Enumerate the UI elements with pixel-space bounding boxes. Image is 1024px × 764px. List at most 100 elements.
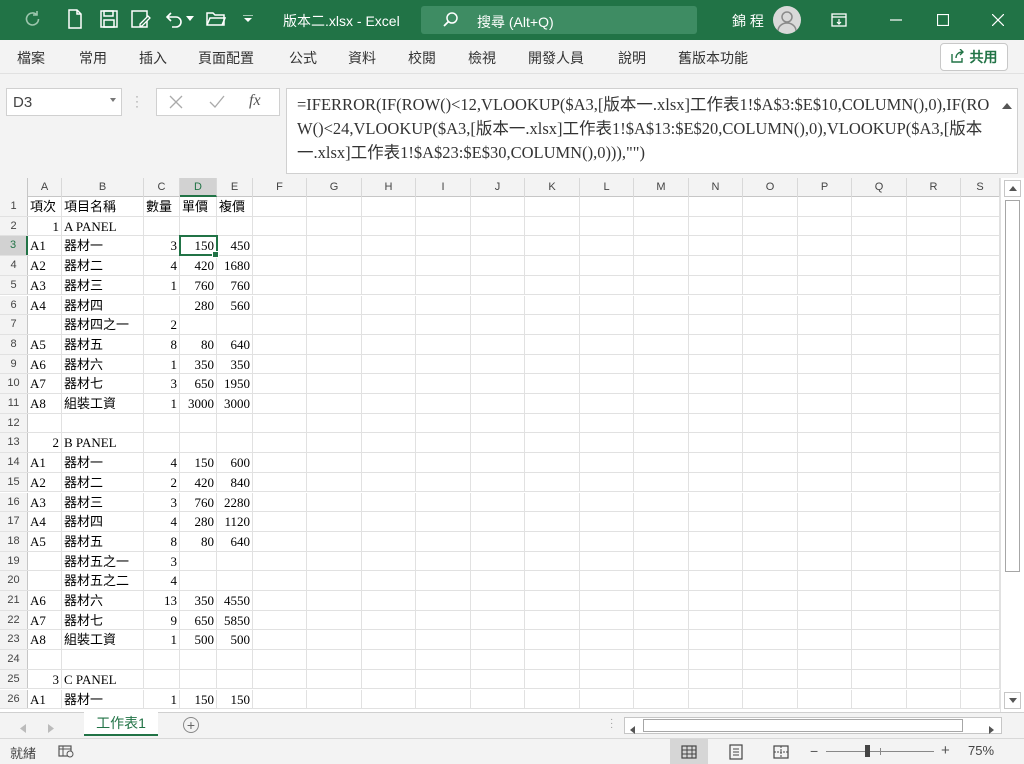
empty-cell[interactable]: [471, 512, 525, 531]
cell-d[interactable]: 760: [180, 275, 217, 295]
collapse-formula-icon[interactable]: [1002, 96, 1012, 114]
empty-cell[interactable]: [416, 512, 471, 531]
empty-cell[interactable]: [743, 591, 798, 610]
row-header[interactable]: 3: [0, 236, 28, 256]
row-header[interactable]: 14: [0, 453, 28, 472]
cell-c[interactable]: [144, 650, 180, 669]
tab-home[interactable]: 常用: [79, 48, 107, 68]
empty-cell[interactable]: [634, 669, 689, 689]
cell-c[interactable]: 4: [144, 256, 180, 275]
empty-cell[interactable]: [307, 689, 362, 709]
empty-cell[interactable]: [798, 256, 852, 275]
empty-cell[interactable]: [852, 197, 907, 216]
empty-cell[interactable]: [253, 433, 307, 453]
column-header-f[interactable]: F: [253, 178, 307, 197]
empty-cell[interactable]: [907, 256, 961, 275]
empty-cell[interactable]: [253, 591, 307, 610]
empty-cell[interactable]: [961, 571, 1000, 590]
empty-cell[interactable]: [307, 492, 362, 512]
empty-cell[interactable]: [416, 197, 471, 216]
cell-b[interactable]: 器材五之一: [62, 551, 144, 571]
empty-cell[interactable]: [471, 591, 525, 610]
empty-cell[interactable]: [852, 236, 907, 256]
scroll-up-icon[interactable]: [1004, 180, 1021, 197]
row-header[interactable]: 15: [0, 472, 28, 492]
empty-cell[interactable]: [798, 374, 852, 393]
empty-cell[interactable]: [961, 689, 1000, 709]
empty-cell[interactable]: [852, 551, 907, 571]
empty-cell[interactable]: [471, 394, 525, 413]
cell-b[interactable]: 器材一: [62, 453, 144, 472]
select-all-corner[interactable]: [0, 178, 28, 197]
empty-cell[interactable]: [743, 531, 798, 551]
empty-cell[interactable]: [362, 571, 416, 590]
empty-cell[interactable]: [307, 512, 362, 531]
cell-e[interactable]: 640: [217, 531, 253, 551]
cell-a[interactable]: [28, 571, 62, 590]
cell-b[interactable]: 器材四之一: [62, 315, 144, 334]
empty-cell[interactable]: [634, 551, 689, 571]
empty-cell[interactable]: [961, 315, 1000, 334]
empty-cell[interactable]: [307, 354, 362, 374]
cell-e[interactable]: 複價: [217, 197, 253, 216]
empty-cell[interactable]: [580, 236, 634, 256]
empty-cell[interactable]: [634, 492, 689, 512]
row-header[interactable]: 18: [0, 531, 28, 551]
empty-cell[interactable]: [907, 394, 961, 413]
save-icon[interactable]: [98, 8, 120, 30]
cell-a[interactable]: A1: [28, 453, 62, 472]
empty-cell[interactable]: [362, 315, 416, 334]
empty-cell[interactable]: [471, 315, 525, 334]
empty-cell[interactable]: [580, 531, 634, 551]
empty-cell[interactable]: [798, 334, 852, 354]
empty-cell[interactable]: [961, 591, 1000, 610]
worksheet-grid[interactable]: A B C D E F G H I J K L M N O P Q R S 1項…: [0, 178, 1000, 712]
empty-cell[interactable]: [634, 512, 689, 531]
cell-a[interactable]: A5: [28, 531, 62, 551]
empty-cell[interactable]: [362, 256, 416, 275]
empty-cell[interactable]: [416, 354, 471, 374]
empty-cell[interactable]: [634, 236, 689, 256]
cell-d[interactable]: 350: [180, 354, 217, 374]
cell-a[interactable]: A3: [28, 492, 62, 512]
cell-b[interactable]: B PANEL: [62, 433, 144, 453]
sheet-tab-1[interactable]: 工作表1: [84, 712, 158, 736]
empty-cell[interactable]: [743, 433, 798, 453]
empty-cell[interactable]: [798, 472, 852, 492]
cell-e[interactable]: 3000: [217, 394, 253, 413]
cell-c[interactable]: 4: [144, 512, 180, 531]
cell-e[interactable]: 600: [217, 453, 253, 472]
empty-cell[interactable]: [634, 394, 689, 413]
next-sheet-icon[interactable]: [48, 720, 54, 738]
cell-d[interactable]: 150: [179, 235, 219, 258]
row-header[interactable]: 7: [0, 315, 28, 334]
empty-cell[interactable]: [689, 197, 743, 216]
scroll-left-icon[interactable]: [630, 721, 635, 739]
empty-cell[interactable]: [907, 630, 961, 650]
empty-cell[interactable]: [961, 394, 1000, 413]
empty-cell[interactable]: [525, 531, 580, 551]
cell-d[interactable]: 3000: [180, 394, 217, 413]
add-sheet-button[interactable]: +: [183, 717, 199, 733]
cell-d[interactable]: [180, 413, 217, 433]
chevron-down-icon[interactable]: [110, 98, 116, 102]
empty-cell[interactable]: [416, 669, 471, 689]
empty-cell[interactable]: [798, 433, 852, 453]
empty-cell[interactable]: [307, 453, 362, 472]
empty-cell[interactable]: [525, 275, 580, 295]
empty-cell[interactable]: [907, 374, 961, 393]
empty-cell[interactable]: [416, 275, 471, 295]
cell-e[interactable]: [217, 413, 253, 433]
minimize-icon[interactable]: [873, 0, 919, 40]
empty-cell[interactable]: [525, 571, 580, 590]
empty-cell[interactable]: [634, 197, 689, 216]
cell-c[interactable]: [144, 669, 180, 689]
empty-cell[interactable]: [907, 571, 961, 590]
cell-d[interactable]: 350: [180, 591, 217, 610]
column-header-k[interactable]: K: [525, 178, 580, 197]
cell-b[interactable]: 組裝工資: [62, 394, 144, 413]
search-box[interactable]: 搜尋 (Alt+Q): [421, 6, 697, 34]
cell-d[interactable]: 650: [180, 610, 217, 630]
empty-cell[interactable]: [307, 531, 362, 551]
tab-formulas[interactable]: 公式: [289, 48, 317, 68]
